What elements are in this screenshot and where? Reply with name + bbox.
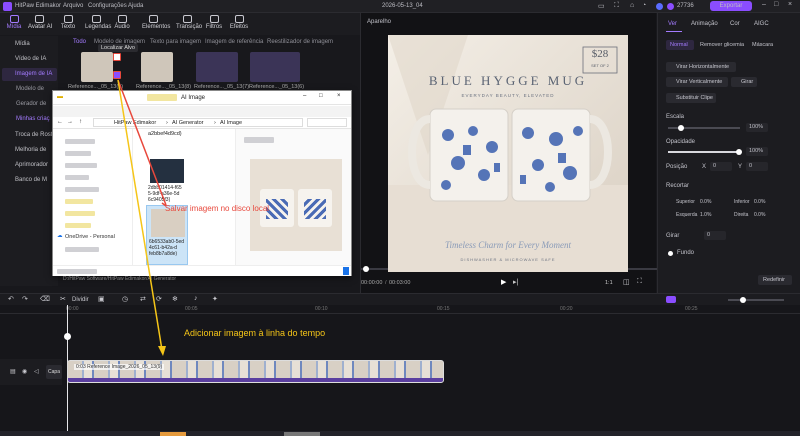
annotation-add: Adicionar imagem à linha do tempo <box>184 328 326 338</box>
annotation-arrows <box>117 79 167 356</box>
annotation-save: Salvar imagem no disco local <box>165 204 270 213</box>
